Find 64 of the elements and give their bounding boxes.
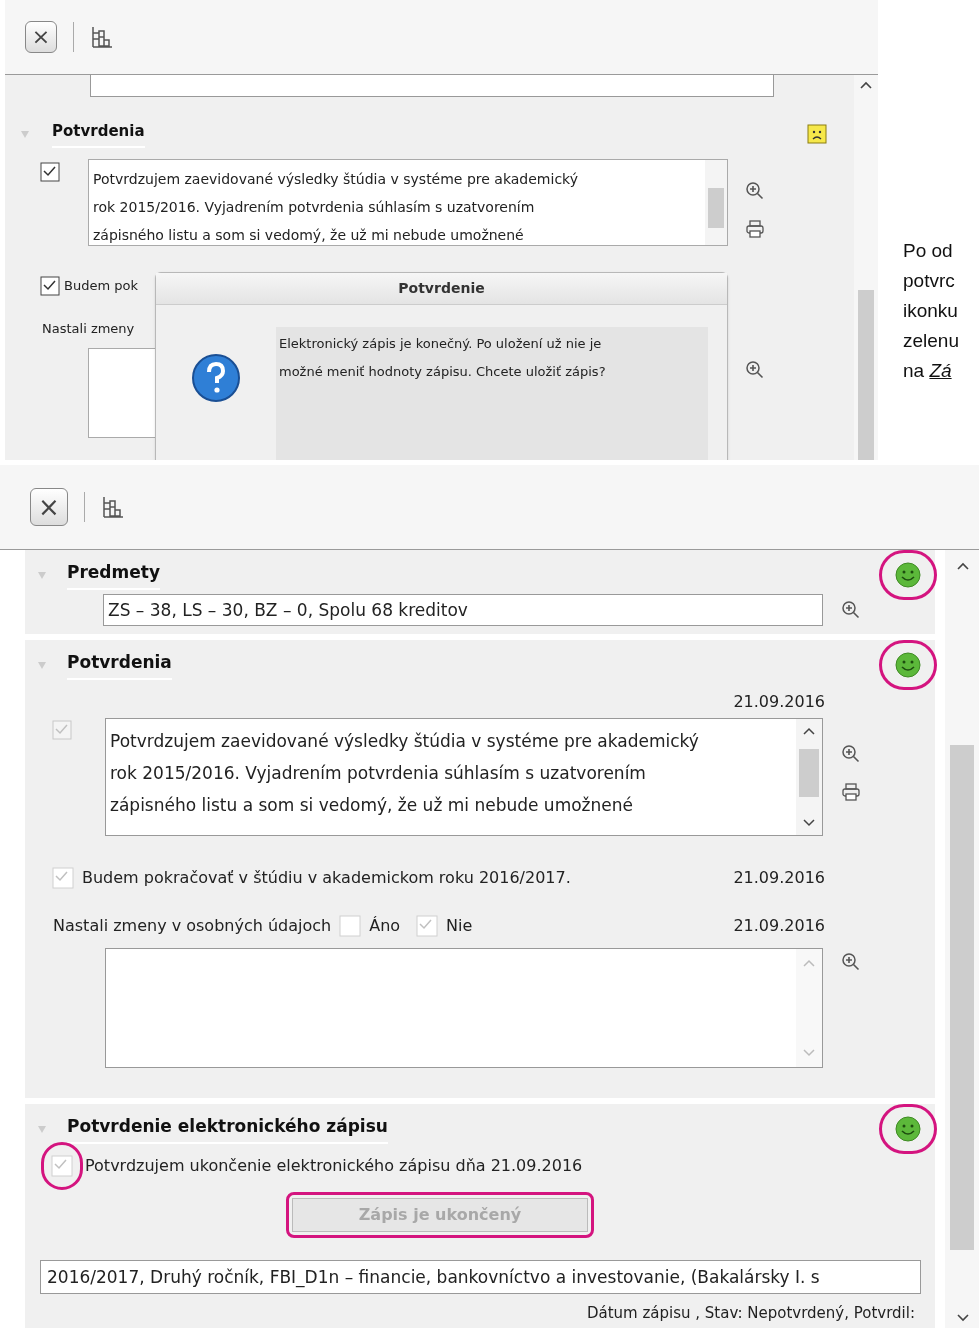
collapse-icon[interactable]	[20, 129, 30, 139]
statement-text-line: Potvrdzujem zaevidované výsledky štúdia v systéme pre akademický	[110, 730, 700, 753]
note-line: ikonku	[903, 299, 959, 323]
checkbox-label: Budem pok	[64, 277, 138, 296]
study-program-field[interactable]: 2016/2017, Druhý ročník, FBI_D1n – financie, bankovníctvo a investovanie, (Bakalársky I. s	[40, 1260, 921, 1294]
scroll-down-icon[interactable]	[803, 819, 815, 827]
field-label: Nastali zmeny v osobných údajoch	[53, 915, 332, 937]
date-text: 21.09.2016	[733, 691, 825, 713]
hierarchy-icon[interactable]	[101, 495, 125, 519]
statement-text-line: zápisného listu a som si vedomý, že už mi nebude umožnené	[93, 226, 525, 245]
checkbox[interactable]	[40, 276, 60, 296]
field-label: Nastali zmeny	[42, 321, 135, 336]
credits-field[interactable]: ZS – 38, LS – 30, BZ – 0, Spolu 68 kreditov	[103, 594, 823, 626]
status-text: Dátum zápisu , Stav: Nepotvrdený, Potvrdil:	[586, 1303, 915, 1324]
statement-text-area[interactable]: Potvrdzujem zaevidované výsledky štúdia v systéme pre akademický rok 2015/2016. Vyjadrením potvrdenia súhlasím s uzatvorením zápisného listu a som si vedomý, že už mi nebude umožnené	[105, 718, 823, 836]
zoom-in-icon[interactable]	[841, 744, 861, 764]
checkbox-label: Budem pokračovať v štúdiu v akademickom roku 2016/2017.	[82, 867, 571, 889]
zoom-in-icon[interactable]	[745, 360, 765, 380]
scrollbar-thumb[interactable]	[858, 290, 874, 460]
zoom-in-icon[interactable]	[745, 181, 765, 201]
collapse-icon[interactable]	[37, 570, 47, 580]
scrollbar[interactable]	[796, 719, 822, 835]
statement-text-line: rok 2015/2016. Vyjadrením potvrdenia súhlasím s uzatvorením	[110, 762, 647, 785]
print-icon[interactable]	[745, 219, 765, 239]
statement-text-line: zápisného listu a som si vedomý, že už mi nebude umožnené	[110, 794, 634, 817]
scrollbar[interactable]	[705, 160, 727, 245]
collapse-icon[interactable]	[37, 660, 47, 670]
note-line: na Zá	[903, 359, 953, 383]
scroll-up-icon[interactable]	[860, 81, 872, 89]
section-title: Potvrdenie elektronického zápisu	[67, 1114, 388, 1144]
text-field[interactable]	[90, 75, 774, 97]
scrollbar[interactable]	[854, 75, 878, 460]
statement-text-line: rok 2015/2016. Vyjadrením potvrdenia súhlasím s uzatvorením	[93, 198, 536, 217]
hierarchy-icon[interactable]	[90, 25, 114, 49]
checkbox-label: Potvrdzujem ukončenie elektronického zápisu dňa 21.09.2016	[85, 1155, 583, 1177]
checkbox[interactable]	[40, 162, 60, 182]
statement-text-line: Potvrdzujem zaevidované výsledky štúdia v systéme pre akademický	[93, 170, 579, 189]
scroll-up-icon[interactable]	[803, 727, 815, 735]
section-title: Predmety	[67, 560, 160, 590]
collapse-icon[interactable]	[37, 1124, 47, 1134]
date-text: 21.09.2016	[733, 915, 825, 937]
zoom-in-icon[interactable]	[841, 952, 861, 972]
date-text: 21.09.2016	[733, 867, 825, 889]
close-button[interactable]: ×	[30, 488, 68, 526]
dialog-title: Potvrdenie	[156, 273, 727, 305]
note-line: zelenu	[903, 329, 959, 353]
section-title: Potvrdenia	[67, 650, 172, 680]
section-title: Potvrdenia	[52, 119, 145, 149]
statement-text-area[interactable]: Potvrdzujem zaevidované výsledky štúdia v systéme pre akademický rok 2015/2016. Vyjadrením potvrdenia súhlasím s uzatvorením zápisného listu a som si vedomý, že už mi nebude umožnené	[88, 159, 728, 246]
close-button[interactable]: ×	[25, 21, 57, 53]
dialog-message: Elektronický zápis je konečný. Po uložení už nie je možné meniť hodnoty zápisu. Chcete uložiť zápis?	[276, 327, 708, 460]
question-icon	[191, 353, 241, 403]
checkbox-label: Nie	[446, 915, 473, 937]
checkbox-label: Áno	[369, 915, 401, 937]
scrollbar-thumb[interactable]	[950, 745, 974, 1250]
scroll-down-icon[interactable]	[957, 1314, 969, 1322]
zoom-in-icon[interactable]	[841, 600, 861, 620]
text-area[interactable]	[105, 948, 823, 1068]
note-line: Po od	[903, 239, 954, 263]
scroll-up-icon[interactable]	[957, 562, 969, 570]
print-icon[interactable]	[841, 782, 861, 802]
scrollbar-thumb[interactable]	[799, 749, 819, 797]
note-line: potvrc	[903, 269, 956, 293]
scrollbar-thumb[interactable]	[708, 188, 724, 228]
